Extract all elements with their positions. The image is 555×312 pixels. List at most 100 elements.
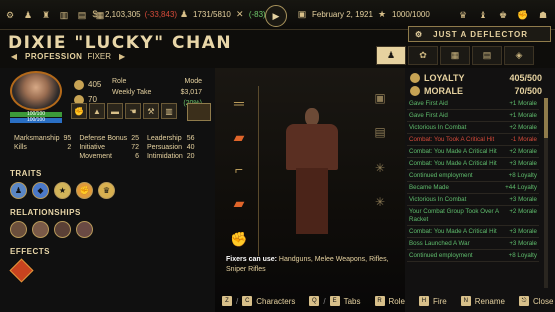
loyalty-value: 405/500 [509, 72, 542, 83]
relationship-avatar[interactable] [54, 221, 71, 238]
armor-slot-case-icon[interactable]: ▤ [370, 122, 390, 142]
log-entry-text: Boss Launched A War [409, 239, 470, 247]
tab-notes[interactable]: ▤ [472, 46, 502, 65]
stat-label: Defense Bonus [79, 135, 128, 142]
skill-book-icon[interactable]: ▥ [161, 103, 177, 119]
weapon-divider [258, 86, 259, 256]
character-portrait [10, 71, 62, 111]
people-icon: ♟ [179, 8, 189, 19]
hint-rename[interactable]: Rename [475, 297, 505, 306]
stat-label: Marksmanship [14, 135, 60, 142]
fist-icon[interactable]: ✊ [517, 9, 529, 21]
hint-fire[interactable]: Fire [433, 297, 447, 306]
log-entry-value: +1 Morale [509, 99, 537, 107]
armor-bar: 100/100 [10, 118, 62, 123]
folder-icon[interactable]: ▤ [76, 9, 88, 21]
money-change: (-33,843) [144, 9, 178, 19]
family-icon[interactable]: ♟ [22, 9, 34, 21]
stats-table: Marksmanship 95 Defense Bonus 25 Leadershi… [12, 134, 201, 161]
log-entry-text: Combat: You Made A Critical Hit [409, 147, 497, 155]
log-entry: Gave First Aid +1 Morale [407, 98, 539, 110]
log-entry-value: +8 Loyalty [508, 171, 537, 179]
traits-title: TRAITS [10, 169, 42, 178]
log-entry-text: Became Made [409, 183, 449, 191]
armor-slot-vest-icon[interactable]: ▣ [370, 88, 390, 108]
hint-role[interactable]: Role [389, 297, 405, 306]
key-esc-icon: ⎋ [518, 296, 529, 306]
hint-tabs[interactable]: Tabs [344, 297, 361, 306]
hat-icon[interactable]: ♛ [457, 9, 469, 21]
fixers-can-use: Fixers can use: Handguns, Melee Weapons,… [226, 255, 401, 275]
stats-row: Marksmanship 95 Defense Bonus 25 Leadershi… [12, 134, 201, 143]
skill-tool-icon[interactable]: ⚒ [143, 103, 159, 119]
trait-star-icon[interactable]: ★ [54, 182, 71, 199]
role-labels: Role Weekly Take [112, 76, 151, 98]
weapon-slot-rifle-icon[interactable]: ═ [222, 86, 256, 120]
population-value: 1731/5810 [193, 9, 231, 19]
tab-profile[interactable]: ♟ [376, 46, 406, 65]
tab-equipment[interactable]: ▦ [440, 46, 470, 65]
stat-label: Intimidation [146, 153, 183, 160]
hint-characters[interactable]: Characters [256, 297, 295, 306]
hint-close[interactable]: Close [533, 297, 553, 306]
log-entry-text: Your Combat Group Took Over A Racket [409, 207, 499, 223]
relationship-avatar[interactable] [76, 221, 93, 238]
character-model-legs [296, 168, 328, 234]
city-icon[interactable]: ▥ [58, 9, 70, 21]
stat-value: 20 [186, 153, 195, 160]
weapon-slot-ammo-icon[interactable]: ▰ [222, 120, 256, 154]
dollar-icon: $ [92, 9, 98, 19]
population-change: (-83) [248, 9, 266, 19]
armor-slot-grenade-icon[interactable]: ✳ [370, 158, 390, 178]
bottle-icon[interactable]: ♝ [477, 9, 489, 21]
prev-character-icon[interactable]: ◀ [8, 51, 20, 61]
stat-label: Persuasion [146, 144, 183, 151]
skill-car-icon[interactable]: ▬ [107, 103, 123, 119]
effect-icon[interactable] [9, 258, 34, 283]
tab-perks[interactable]: ✿ [408, 46, 438, 65]
trait-fist-icon[interactable]: ✊ [76, 182, 93, 199]
skill-punch-icon[interactable]: ✊ [71, 103, 87, 119]
trait-soldier-icon[interactable]: ♟ [10, 182, 27, 199]
next-character-icon[interactable]: ▶ [116, 51, 128, 61]
log-scroll-thumb[interactable] [544, 98, 548, 138]
perk-card-icon[interactable] [187, 103, 211, 121]
weapon-slot-ammo2-icon[interactable]: ▰ [222, 186, 256, 220]
money-value: 2,103,305 [105, 9, 141, 19]
tab-history[interactable]: ◈ [504, 46, 534, 65]
log-entry: Victorious In Combat +2 Morale [407, 122, 539, 134]
crew-icon[interactable]: ♜ [40, 9, 52, 21]
character-title-button[interactable]: ⚙ JUST A DEFLECTOR [408, 26, 551, 42]
log-entry-value: +3 Morale [509, 239, 537, 247]
armor-slot-grenade2-icon[interactable]: ✳ [370, 192, 390, 212]
settings-icon[interactable]: ⚙ [4, 9, 16, 21]
log-entry-text: Combat: You Made A Critical Hit [409, 159, 497, 167]
play-button[interactable]: ▶ [265, 5, 287, 27]
relationship-avatar[interactable] [10, 221, 27, 238]
log-entry-value: +3 Morale [509, 227, 537, 235]
crown-icon[interactable]: ♚ [497, 9, 509, 21]
weapon-slot-fist-icon[interactable]: ✊ [222, 222, 256, 256]
trait-shield-icon[interactable]: ◆ [32, 182, 49, 199]
log-entry: Gave First Aid +1 Morale [407, 110, 539, 122]
log-entry-value: +8 Loyalty [508, 251, 537, 259]
log-entry: Continued employment +8 Loyalty [407, 250, 539, 262]
profession-label: PROFESSION [25, 51, 83, 61]
trait-crown-icon[interactable]: ♛ [98, 182, 115, 199]
divider-icon: ✕ [236, 8, 244, 19]
key-z-icon: Z [222, 296, 232, 306]
mask-icon[interactable]: ☗ [537, 9, 549, 21]
relationship-avatar[interactable] [32, 221, 49, 238]
character-model-body [286, 124, 338, 170]
morale-row: MORALE 70/500 [410, 84, 542, 97]
profession-row: ◀ PROFESSION FIXER ▶ [8, 51, 128, 61]
effects-title: EFFECTS [10, 247, 50, 256]
skill-boot-icon[interactable]: ▲ [89, 103, 105, 119]
morale-value: 70/500 [514, 85, 542, 96]
stat-value: 6 [135, 153, 139, 160]
skill-hand-icon[interactable]: ☚ [125, 103, 141, 119]
loyalty-icon [410, 72, 420, 83]
population-display: ♟ 1731/5810 ✕ (-83) [178, 8, 266, 20]
log-entry: Combat: You Made A Critical Hit +3 Morale [407, 226, 539, 238]
weapon-slot-pistol-icon[interactable]: ⌐ [222, 152, 256, 186]
